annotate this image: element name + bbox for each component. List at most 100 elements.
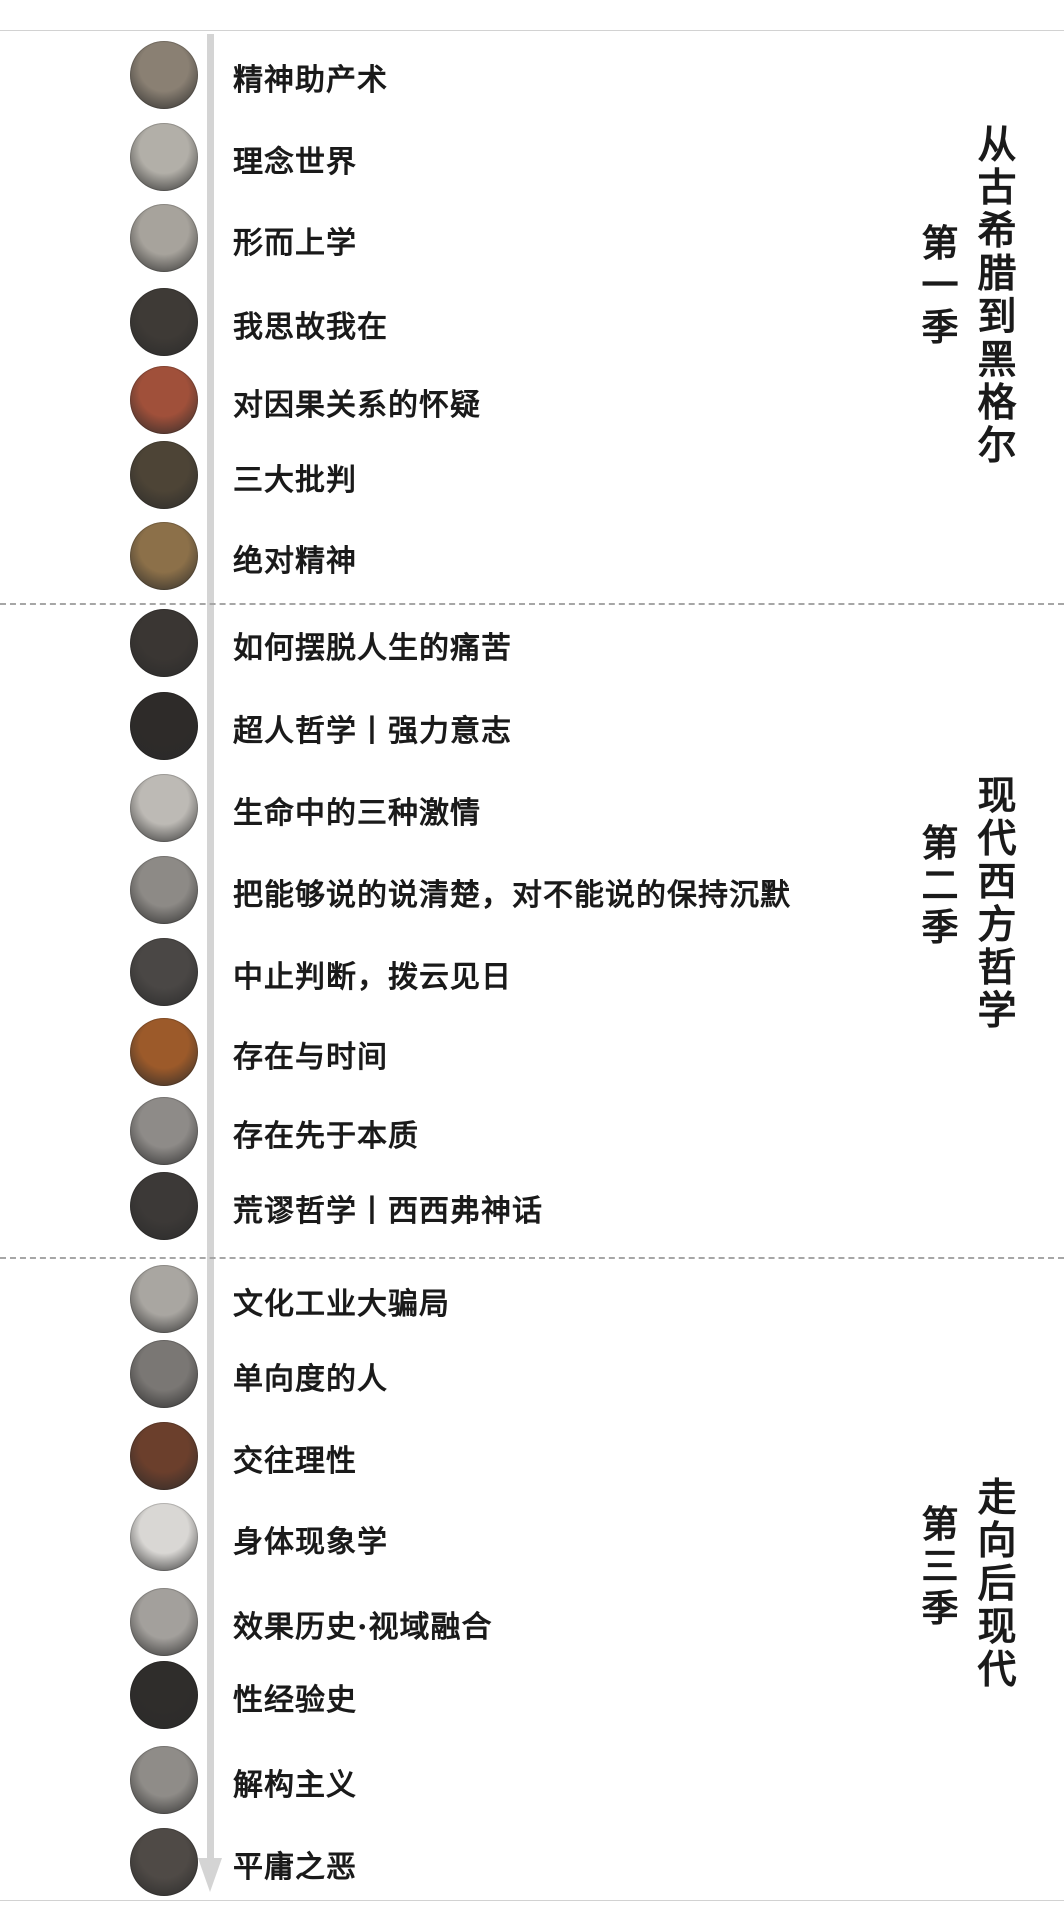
- timeline-entry: 梅洛 · 庞蒂身体现象学: [0, 1499, 900, 1575]
- philosopher-portrait-icon: [130, 288, 198, 356]
- portrait-glyph: [130, 1172, 198, 1240]
- philosophy-topic: 解构主义: [233, 1768, 357, 1803]
- philosophy-topic: 存在先于本质: [233, 1119, 419, 1154]
- timeline-entry: 康德三大批判: [0, 437, 900, 513]
- philosopher-portrait-icon: [130, 522, 198, 590]
- portrait-glyph: [130, 1340, 198, 1408]
- timeline-entry: 福柯性经验史: [0, 1657, 900, 1733]
- philosophy-topic: 荒谬哲学丨西西弗神话: [233, 1194, 543, 1229]
- portrait-glyph: [130, 1661, 198, 1729]
- portrait-glyph: [130, 1503, 198, 1571]
- philosophy-topic: 绝对精神: [233, 544, 357, 579]
- timeline-entry: 马尔库塞单向度的人: [0, 1336, 900, 1412]
- philosopher-portrait-icon: [130, 1172, 198, 1240]
- philosopher-portrait-icon: [130, 1422, 198, 1490]
- philosopher-portrait-icon: [130, 41, 198, 109]
- timeline-entry: 罗素生命中的三种激情: [0, 770, 900, 846]
- timeline-entry: 休谟对因果关系的怀疑: [0, 362, 900, 438]
- philosopher-portrait-icon: [130, 856, 198, 924]
- philosophy-topic: 理念世界: [233, 145, 357, 180]
- philosophy-topic: 超人哲学丨强力意志: [233, 714, 512, 749]
- timeline-entry: 伽达默尔效果历史·视域融合: [0, 1584, 900, 1660]
- philosopher-portrait-icon: [130, 1503, 198, 1571]
- philosopher-portrait-icon: [130, 204, 198, 272]
- portrait-glyph: [130, 774, 198, 842]
- philosophy-topic: 平庸之恶: [233, 1850, 357, 1885]
- philosopher-portrait-icon: [130, 1746, 198, 1814]
- philosopher-portrait-icon: [130, 1828, 198, 1896]
- portrait-glyph: [130, 288, 198, 356]
- timeline-entry: 叔本华如何摆脱人生的痛苦: [0, 605, 900, 681]
- portrait-glyph: [130, 856, 198, 924]
- portrait-glyph: [130, 938, 198, 1006]
- philosopher-portrait-icon: [130, 441, 198, 509]
- portrait-glyph: [130, 441, 198, 509]
- philosopher-portrait-icon: [130, 609, 198, 677]
- season-divider-2: [0, 1257, 1064, 1259]
- timeline-entry: 萨特存在先于本质: [0, 1093, 900, 1169]
- philosophy-topic: 存在与时间: [233, 1040, 388, 1075]
- philosophy-topic: 中止判断，拨云见日: [233, 960, 512, 995]
- portrait-glyph: [130, 1828, 198, 1896]
- philosopher-portrait-icon: [130, 1265, 198, 1333]
- philosopher-portrait-icon: [130, 1340, 198, 1408]
- season-2-label: 第二季: [921, 821, 959, 949]
- season-1-title: 从古希腊到黑格尔: [977, 122, 1017, 469]
- philosophy-topic: 效果历史·视域融合: [233, 1610, 493, 1645]
- portrait-glyph: [130, 1097, 198, 1165]
- philosopher-portrait-icon: [130, 123, 198, 191]
- philosopher-portrait-icon: [130, 1097, 198, 1165]
- portrait-glyph: [130, 1746, 198, 1814]
- timeline-entry: 亚里士多德形而上学: [0, 200, 900, 276]
- timeline-entry: 黑格尔绝对精神: [0, 518, 900, 594]
- portrait-glyph: [130, 522, 198, 590]
- portrait-glyph: [130, 609, 198, 677]
- philosophy-timeline-page: 苏格拉底精神助产术柏拉图理念世界亚里士多德形而上学笛卡尔我思故我在休谟对因果关系…: [0, 0, 1064, 1916]
- season-1-label: 第一季: [921, 221, 959, 349]
- philosophy-topic: 文化工业大骗局: [233, 1287, 450, 1322]
- philosophy-topic: 身体现象学: [233, 1525, 388, 1560]
- bottom-rule: [0, 1900, 1064, 1901]
- portrait-glyph: [130, 204, 198, 272]
- philosophy-topic: 交往理性: [233, 1444, 357, 1479]
- philosophy-topic: 如何摆脱人生的痛苦: [233, 631, 512, 666]
- philosophy-topic: 我思故我在: [233, 310, 388, 345]
- timeline-entry: 维特根斯坦把能够说的说清楚，对不能说的保持沉默: [0, 852, 900, 928]
- timeline-entry: 柏拉图理念世界: [0, 119, 900, 195]
- philosophy-topic: 精神助产术: [233, 63, 388, 98]
- timeline-entry: 胡塞尔中止判断，拨云见日: [0, 934, 900, 1010]
- philosophy-topic: 把能够说的说清楚，对不能说的保持沉默: [233, 878, 791, 913]
- philosophy-topic: 三大批判: [233, 463, 357, 498]
- portrait-glyph: [130, 41, 198, 109]
- portrait-glyph: [130, 692, 198, 760]
- timeline-entry: 哈贝马斯交往理性: [0, 1418, 900, 1494]
- philosophy-topic: 生命中的三种激情: [233, 796, 481, 831]
- philosopher-portrait-icon: [130, 692, 198, 760]
- philosopher-portrait-icon: [130, 938, 198, 1006]
- philosophy-topic: 形而上学: [233, 226, 357, 261]
- philosophy-topic: 单向度的人: [233, 1362, 388, 1397]
- timeline-entry: 加缪荒谬哲学丨西西弗神话: [0, 1168, 900, 1244]
- philosopher-portrait-icon: [130, 1018, 198, 1086]
- philosophy-topic: 性经验史: [233, 1683, 357, 1718]
- timeline-entry: 海德格尔存在与时间: [0, 1014, 900, 1090]
- portrait-glyph: [130, 123, 198, 191]
- timeline-entry: 汉娜 · 阿伦特平庸之恶: [0, 1824, 900, 1900]
- portrait-glyph: [130, 1422, 198, 1490]
- portrait-glyph: [130, 1588, 198, 1656]
- timeline-entry: 德里达解构主义: [0, 1742, 900, 1818]
- portrait-glyph: [130, 1265, 198, 1333]
- timeline-entry: 阿多诺文化工业大骗局: [0, 1261, 900, 1337]
- timeline-entry: 尼采超人哲学丨强力意志: [0, 688, 900, 764]
- timeline-entry: 苏格拉底精神助产术: [0, 37, 900, 113]
- portrait-glyph: [130, 366, 198, 434]
- philosophy-topic: 对因果关系的怀疑: [233, 388, 481, 423]
- season-3-label: 第三季: [921, 1502, 959, 1630]
- philosopher-portrait-icon: [130, 1588, 198, 1656]
- season-3-title: 走向后现代: [977, 1475, 1017, 1693]
- top-rule: [0, 30, 1064, 31]
- philosopher-portrait-icon: [130, 774, 198, 842]
- philosopher-portrait-icon: [130, 1661, 198, 1729]
- portrait-glyph: [130, 1018, 198, 1086]
- timeline-entry: 笛卡尔我思故我在: [0, 284, 900, 360]
